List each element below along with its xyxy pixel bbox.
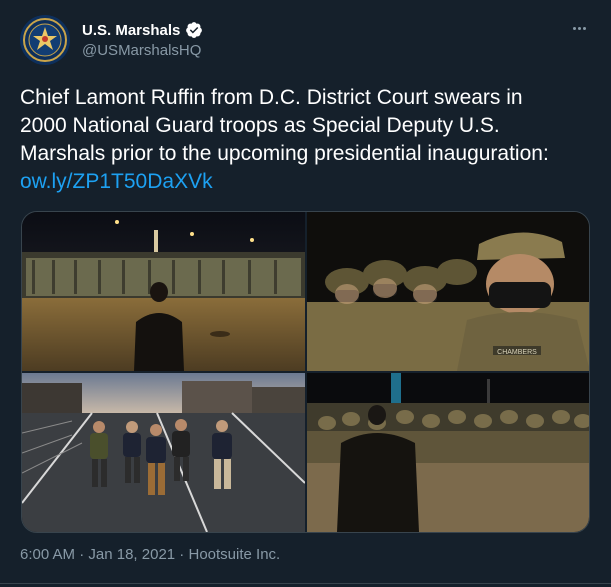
tweet-link[interactable]: ow.ly/ZP1T50DaXVk [20,168,595,196]
more-dot-icon [572,26,576,30]
tweet-metadata: 6:00 AM · Jan 18, 2021 · Hootsuite Inc. [20,546,280,563]
photo-masked-soldiers-closeup[interactable]: CHAMBERS [307,212,589,371]
photo-officials-walking-street[interactable] [22,373,305,532]
tweet-card: U.S. Marshals @USMarshalsHQ Chief Lamont… [0,0,611,587]
photo-troops-capitol-night[interactable] [22,212,305,371]
divider [0,583,611,584]
tweet-text-line: Marshals prior to the upcoming president… [20,142,549,165]
tweet-text: Chief Lamont Ruffin from D.C. District C… [20,84,595,196]
separator: · [75,546,89,563]
avatar[interactable] [20,15,70,65]
display-name[interactable]: U.S. Marshals [82,22,180,39]
verified-badge-icon [186,22,203,38]
tweet-date[interactable]: Jan 18, 2021 [88,546,175,563]
tweet-text-line: 2000 National Guard troops as Special De… [20,114,500,137]
photo-grid: CHAMBERS [21,211,590,533]
tweet-text-line: Chief Lamont Ruffin from D.C. District C… [20,86,523,109]
more-options-button[interactable] [568,20,590,36]
separator: · [175,546,189,563]
us-marshals-badge-icon [20,15,70,65]
photo-swearing-in-ceremony[interactable] [307,373,589,532]
handle[interactable]: @USMarshalsHQ [82,42,201,59]
tweet-source[interactable]: Hootsuite Inc. [188,546,280,563]
more-dot-icon [582,26,586,30]
nametape-text: CHAMBERS [497,349,537,356]
name-row: U.S. Marshals [82,20,203,40]
more-dot-icon [577,26,581,30]
tweet-time[interactable]: 6:00 AM [20,546,75,563]
